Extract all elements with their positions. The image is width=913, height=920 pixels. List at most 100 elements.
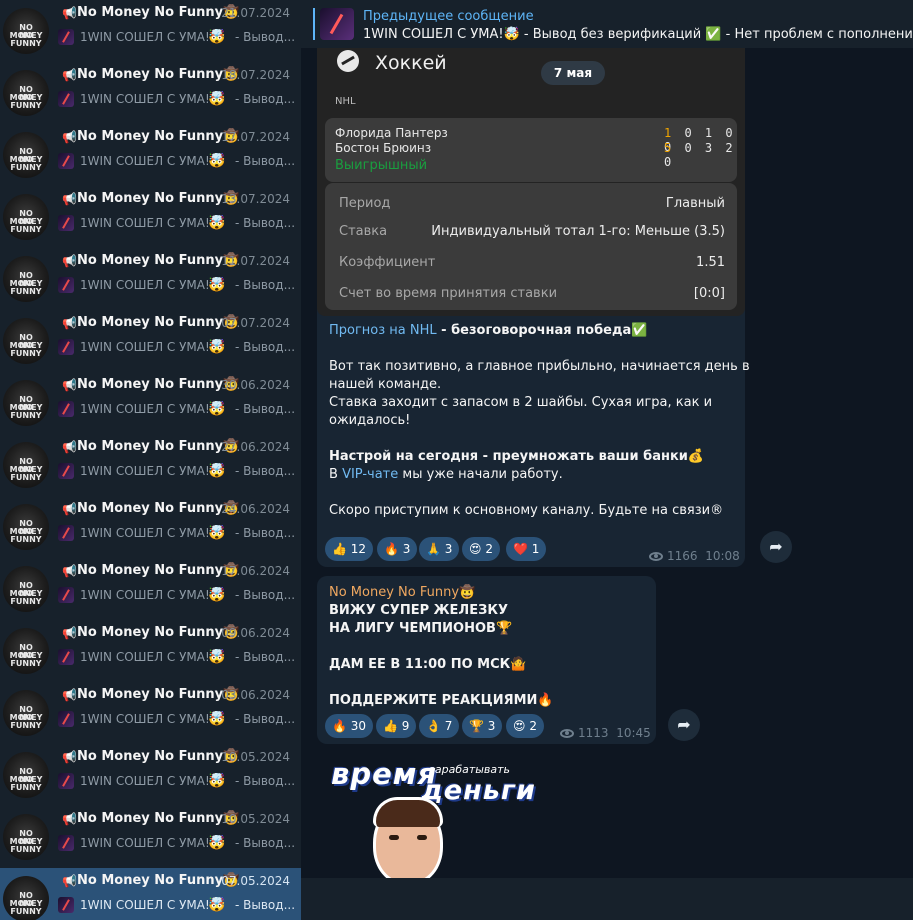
reaction-pray[interactable]: 🙏 3	[419, 537, 460, 561]
reaction-fire[interactable]: 🔥 3	[377, 537, 418, 561]
reaction-heart-eyes[interactable]: 😍 2	[506, 714, 544, 738]
reaction-heart[interactable]: ❤️ 1	[506, 537, 547, 561]
preview-emoji: 🤯	[208, 773, 226, 789]
preview-emoji: 🤯	[208, 277, 226, 293]
chat-list-item[interactable]: NO MONEY NO FUNNY 📢 No Money No Funny🤠 13.07…	[0, 186, 301, 248]
message-time: 10:45	[616, 726, 651, 740]
reaction-count: 3	[402, 542, 411, 556]
chat-title-text: No Money No Funny	[77, 687, 224, 702]
preview-emoji: 🤯	[208, 91, 226, 107]
chat-preview-tail: - Вывод...	[235, 526, 294, 540]
chat-list-item[interactable]: NO MONEY NO FUNNY 📢 No Money No Funny🤠 07.07…	[0, 310, 301, 372]
hockey-puck-icon	[337, 50, 359, 72]
avatar-text: NO FUNNY	[10, 279, 42, 296]
chat-preview-text: 1WIN СОШЕЛ С УМА!	[80, 154, 210, 168]
reaction-emoji: 🙏	[426, 542, 441, 556]
preview-thumbnail	[58, 277, 74, 293]
message-composer[interactable]	[301, 878, 913, 920]
avatar-text: NO FUNNY	[10, 93, 42, 110]
detail-row: Коэффициент 1.51	[339, 255, 725, 275]
megaphone-icon: 📢	[62, 750, 77, 764]
chat-list-item[interactable]: NO MONEY NO FUNNY 📢 No Money No Funny🤠 09.06…	[0, 620, 301, 682]
chat-title-row: 📢 No Money No Funny🤠 17.06.2024	[62, 563, 294, 581]
channel-avatar: NO MONEY NO FUNNY	[3, 876, 49, 920]
chat-title-row: 📢 No Money No Funny🤠 11.07.2024	[62, 253, 294, 271]
view-count: 1166	[667, 549, 698, 563]
chat-list-item[interactable]: NO MONEY NO FUNNY 📢 No Money No Funny🤠 17.07…	[0, 124, 301, 186]
forecast-link[interactable]: Прогноз на NHL	[329, 323, 437, 338]
pinned-message-bar[interactable]: Предыдущее сообщение 1WIN СОШЕЛ С УМА!🤯 …	[301, 0, 913, 48]
reaction-count: 2	[529, 719, 537, 733]
chat-list-item[interactable]: NO MONEY NO FUNNY 📢 No Money No Funny🤠 21.07…	[0, 0, 301, 62]
message-text-line: ВИЖУ СУПЕР ЖЕЛЕЗКУ	[329, 603, 508, 618]
preview-emoji: 🤯	[208, 587, 226, 603]
sticker-word-3: деньги	[421, 775, 536, 806]
chat-list-item[interactable]: NO MONEY NO FUNNY 📢 No Money No Funny🤠 27.06…	[0, 434, 301, 496]
reaction-thumbs-up[interactable]: 👍 9	[376, 714, 417, 738]
share-button[interactable]: ➦	[760, 531, 792, 563]
reaction-ok-hand[interactable]: 👌 7	[419, 714, 460, 738]
channel-avatar: NO MONEY NO FUNNY	[3, 628, 49, 674]
team-home: Флорида Пантерз	[335, 126, 448, 140]
avatar-text: NO FUNNY	[10, 217, 42, 234]
chat-date: 11.07.2024	[221, 254, 290, 268]
chat-list-item[interactable]: NO MONEY NO FUNNY 📢 No Money No Funny🤠 30.06…	[0, 372, 301, 434]
chat-list-item[interactable]: NO MONEY NO FUNNY 📢 No Money No Funny🤠 24.06…	[0, 496, 301, 558]
chat-preview-text: 1WIN СОШЕЛ С УМА!	[80, 588, 210, 602]
message-meta: 1113 10:45	[560, 726, 651, 740]
chat-list-item[interactable]: NO MONEY NO FUNNY 📢 No Money No Funny🤠 10.05…	[0, 744, 301, 806]
reaction-fire[interactable]: 🔥 30	[325, 714, 374, 738]
sticker-money-time[interactable]: время зарабатывать деньги	[329, 757, 536, 885]
chat-date: 09.06.2024	[221, 626, 290, 640]
reaction-heart-eyes[interactable]: 😍 2	[462, 537, 500, 561]
detail-value: [0:0]	[693, 286, 725, 301]
reaction-count: 1	[531, 542, 540, 556]
chat-title-row: 📢 No Money No Funny🤠 17.07.2024	[62, 129, 294, 147]
chat-title-row: 📢 No Money No Funny🤠 10.05.2024	[62, 749, 294, 767]
chat-date: 13.07.2024	[221, 192, 290, 206]
chat-title-text: No Money No Funny	[77, 253, 224, 268]
chat-title: No Money No Funny🤠	[77, 563, 239, 578]
chat-list-item[interactable]: NO MONEY NO FUNNY 📢 No Money No Funny🤠 17.06…	[0, 558, 301, 620]
chat-date: 10.05.2024	[221, 812, 290, 826]
reaction-thumbs-up[interactable]: 👍 12	[325, 537, 374, 561]
date-pill[interactable]: 7 мая	[541, 61, 605, 85]
chat-title-text: No Money No Funny	[77, 811, 224, 826]
chat-preview-tail: - Вывод...	[235, 836, 294, 850]
chat-date: 21.07.2024	[221, 6, 290, 20]
megaphone-icon: 📢	[62, 378, 77, 392]
vip-chat-link[interactable]: VIP-чате	[342, 467, 398, 482]
chat-list-item[interactable]: NO MONEY NO FUNNY 📢 No Money No Funny🤠 03.06…	[0, 682, 301, 744]
chat-preview-tail: - Вывод...	[235, 30, 294, 44]
chat-date: 18.07.2024	[221, 68, 290, 82]
chat-title-row: 📢 No Money No Funny🤠 18.07.2024	[62, 67, 294, 85]
preview-thumbnail	[58, 587, 74, 603]
chat-list-item[interactable]: NO MONEY NO FUNNY 📢 No Money No Funny🤠 10.05…	[0, 806, 301, 868]
chat-list-item[interactable]: NO MONEY NO FUNNY 📢 No Money No Funny🤠 18.07…	[0, 62, 301, 124]
preview-emoji: 🤯	[208, 339, 226, 355]
chat-list-item[interactable]: NO MONEY NO FUNNY 📢 No Money No Funny🤠 07.05…	[0, 868, 301, 920]
chat-preview-tail: - Вывод...	[235, 464, 294, 478]
detail-value: Главный	[665, 196, 725, 211]
view-count: 1113	[578, 726, 609, 740]
preview-thumbnail	[58, 649, 74, 665]
reaction-emoji: 👌	[426, 719, 441, 733]
reaction-emoji: ❤️	[513, 542, 528, 556]
sticker-eye	[389, 835, 399, 840]
preview-thumbnail	[58, 773, 74, 789]
megaphone-icon: 📢	[62, 254, 77, 268]
chat-list-item[interactable]: NO MONEY NO FUNNY 📢 No Money No Funny🤠 11.07…	[0, 248, 301, 310]
preview-emoji: 🤯	[208, 463, 226, 479]
avatar-text: NO FUNNY	[10, 341, 42, 358]
share-button[interactable]: ➦	[668, 709, 700, 741]
chat-title: No Money No Funny🤠	[77, 439, 239, 454]
chat-preview-tail: - Вывод...	[235, 402, 294, 416]
chat-preview-row: 1WIN СОШЕЛ С УМА! 🤯 - Вывод...	[58, 835, 294, 853]
chat-list-sidebar[interactable]: NO MONEY NO FUNNY 📢 No Money No Funny🤠 21.07…	[0, 0, 301, 920]
reaction-trophy[interactable]: 🏆 3	[462, 714, 503, 738]
message-author[interactable]: No Money No Funny🤠	[329, 584, 475, 602]
pinned-text: 1WIN СОШЕЛ С УМА!🤯 - Вывод без верификац…	[363, 27, 913, 42]
chat-preview-row: 1WIN СОШЕЛ С УМА! 🤯 - Вывод...	[58, 29, 294, 47]
chat-title-text: No Money No Funny	[77, 873, 224, 888]
chat-title: No Money No Funny🤠	[77, 253, 239, 268]
